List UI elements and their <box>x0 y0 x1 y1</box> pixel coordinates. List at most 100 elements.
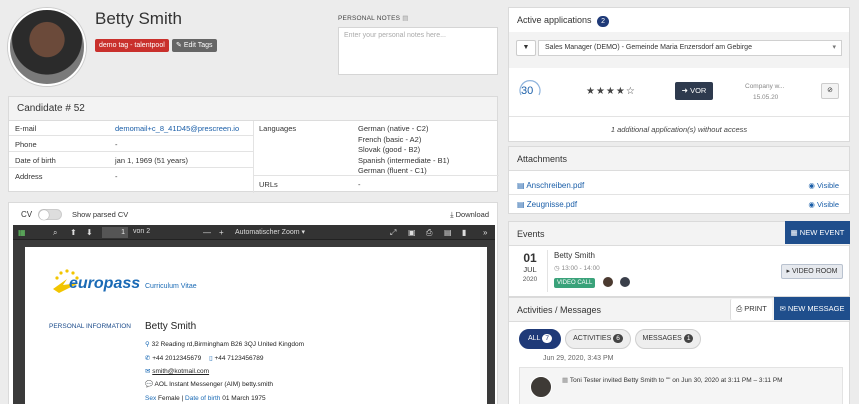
phone-value: - <box>115 140 118 149</box>
filter-activities[interactable]: ACTIVITIES 6 <box>565 329 631 349</box>
activity-entry-text: Toni Tester invited Betty Smith to "" on… <box>569 377 783 384</box>
vor-button[interactable]: ➜ VOR <box>675 82 713 100</box>
print-icon[interactable]: ⎙ <box>426 228 432 238</box>
application-select[interactable]: Sales Manager (DEMO) - Gemeinde Maria En… <box>538 40 842 56</box>
zoom-select[interactable]: Automatischer Zoom ▾ <box>235 228 305 236</box>
file-icon: ▤ <box>517 200 525 209</box>
new-event-button[interactable]: ▦ NEW EVENT <box>785 221 850 244</box>
block-icon: ⊘ <box>827 87 833 94</box>
page-number-input[interactable]: 1 <box>102 227 128 238</box>
personal-notes-label: PERSONAL NOTES ▤ <box>338 14 409 22</box>
video-icon: ▸ <box>786 268 791 275</box>
print-button[interactable]: ⎙ PRINT <box>730 299 772 320</box>
language-item: French (basic - A2) <box>358 134 422 144</box>
personal-notes-title: PERSONAL NOTES <box>338 15 401 22</box>
cv-email: ✉ smith@kotmail.com <box>145 367 209 375</box>
score-indicator: 30 <box>519 80 541 97</box>
personal-notes-field[interactable]: Enter your personal notes here... <box>338 27 498 75</box>
cv-doc-title: Curriculum Vitae <box>145 283 197 290</box>
chat-icon: 💬 <box>145 381 154 388</box>
eye-icon: ◉ <box>808 200 815 209</box>
europass-wordmark: europass <box>69 275 141 292</box>
chevron-down-icon: ▾ <box>832 44 836 51</box>
previous-page-icon[interactable]: ⬆ <box>70 228 77 237</box>
event-time: ◷ 13:00 - 14:00 <box>554 264 600 272</box>
save-icon[interactable]: ▤ <box>444 228 452 237</box>
applications-title: Active applications <box>517 15 592 25</box>
cv-phones: ✆ +44 2012345679 ▯ +44 7123456789 <box>145 354 263 362</box>
divider <box>9 151 253 152</box>
attachment-item[interactable]: ▤ Anschreiben.pdf <box>517 181 584 190</box>
attachment-name[interactable]: Anschreiben.pdf <box>526 181 584 190</box>
filter-button[interactable]: ▼ <box>516 40 536 56</box>
languages-list: German (native - C2) French (basic - A2)… <box>358 124 449 177</box>
personal-info-heading: PERSONAL INFORMATION <box>49 323 131 330</box>
languages-label: Languages <box>259 124 297 133</box>
new-message-button[interactable]: ✉ NEW MESSAGE <box>774 297 850 320</box>
filter-messages-label: MESSAGES <box>642 335 682 342</box>
visibility-toggle[interactable]: ◉ Visible <box>808 200 839 209</box>
event-time-text: 13:00 - 14:00 <box>561 265 600 272</box>
dob-value: jan 1, 1969 (51 years) <box>115 156 188 165</box>
filter-all[interactable]: ALL 7 <box>519 329 561 349</box>
edit-tags-label: Edit Tags <box>183 42 213 49</box>
applications-count-badge: 2 <box>597 16 609 27</box>
block-button[interactable]: ⊘ <box>821 83 839 99</box>
next-page-icon[interactable]: ⬇ <box>86 228 93 237</box>
sidebar-toggle-icon[interactable]: ▦ <box>18 228 26 237</box>
zoom-in-icon[interactable]: + <box>219 228 224 237</box>
events-panel: Events ▦ NEW EVENT 01 JUL 2020 Betty Smi… <box>508 221 850 297</box>
mobile-icon: ▯ <box>209 355 213 362</box>
zoom-label: Automatischer Zoom <box>235 229 300 236</box>
email-link[interactable]: demomail+c_8_41D45@prescreen.io <box>115 124 239 133</box>
visibility-toggle[interactable]: ◉ Visible <box>808 181 839 190</box>
video-room-label: VIDEO ROOM <box>791 268 838 275</box>
search-icon[interactable]: ⌕ <box>53 228 57 238</box>
download-button[interactable]: ⤓ Download <box>450 210 489 220</box>
candidate-avatar <box>8 8 86 86</box>
event-day: 01 <box>523 251 537 265</box>
participant-avatar <box>602 276 614 288</box>
rating-stars[interactable]: ★★★★☆ <box>586 86 636 97</box>
talentpool-tag[interactable]: demo tag - talentpool <box>95 39 169 52</box>
applications-panel: Active applications 2 ▼ Sales Manager (D… <box>508 7 850 142</box>
bookmark-icon[interactable]: ▮ <box>462 228 466 237</box>
event-date: 01 JUL 2020 <box>518 251 542 283</box>
open-file-icon[interactable]: ▣ <box>408 228 416 237</box>
notes-icon: ▤ <box>402 15 409 22</box>
parsed-cv-toggle[interactable] <box>38 209 62 220</box>
video-room-button[interactable]: ▸ VIDEO ROOM <box>781 264 843 279</box>
edit-tags-button[interactable]: ✎ Edit Tags <box>172 39 217 52</box>
language-item: Slovak (good - B2) <box>358 145 421 154</box>
download-icon: ⤓ <box>450 210 454 219</box>
event-year: 2020 <box>522 276 538 283</box>
cv-sex-dob: Sex Female | Date of birth 01 March 1975 <box>145 395 266 402</box>
divider <box>253 175 499 176</box>
event-name[interactable]: Betty Smith <box>554 251 595 260</box>
address-value: - <box>115 172 118 181</box>
calendar-icon: ▦ <box>790 228 798 237</box>
visibility-label: Visible <box>817 181 839 190</box>
cv-sex: Female <box>158 395 180 402</box>
attachment-item[interactable]: ▤ Zeugnisse.pdf <box>517 200 577 209</box>
cv-email-text[interactable]: smith@kotmail.com <box>152 368 209 375</box>
fullscreen-icon[interactable]: ⤢ <box>390 228 396 238</box>
cv-phone2: +44 7123456789 <box>214 355 264 362</box>
application-date: 15.05.20 <box>753 94 779 101</box>
event-month: JUL <box>523 265 537 274</box>
attachment-name[interactable]: Zeugnisse.pdf <box>527 200 577 209</box>
candidate-panel: Candidate # 52 E-mail demomail+c_8_41D45… <box>8 96 499 193</box>
filter-activities-label: ACTIVITIES <box>573 335 612 342</box>
new-event-label: NEW EVENT <box>799 228 845 237</box>
personal-notes-placeholder: Enter your personal notes here... <box>344 32 446 39</box>
urls-label: URLs <box>259 180 278 189</box>
filter-messages[interactable]: MESSAGES 1 <box>635 329 701 349</box>
file-icon: ▤ <box>517 181 525 190</box>
video-call-badge: VIDEO CALL <box>554 278 596 288</box>
more-tools-icon[interactable]: » <box>483 228 487 237</box>
zoom-out-icon[interactable]: — <box>203 228 211 237</box>
score-ring-icon <box>519 80 541 96</box>
cv-sex-label: Sex <box>145 395 157 402</box>
activity-entry: ▦ Toni Tester invited Betty Smith to "" … <box>519 367 843 404</box>
activity-text: ▦ Toni Tester invited Betty Smith to "" … <box>562 376 783 384</box>
